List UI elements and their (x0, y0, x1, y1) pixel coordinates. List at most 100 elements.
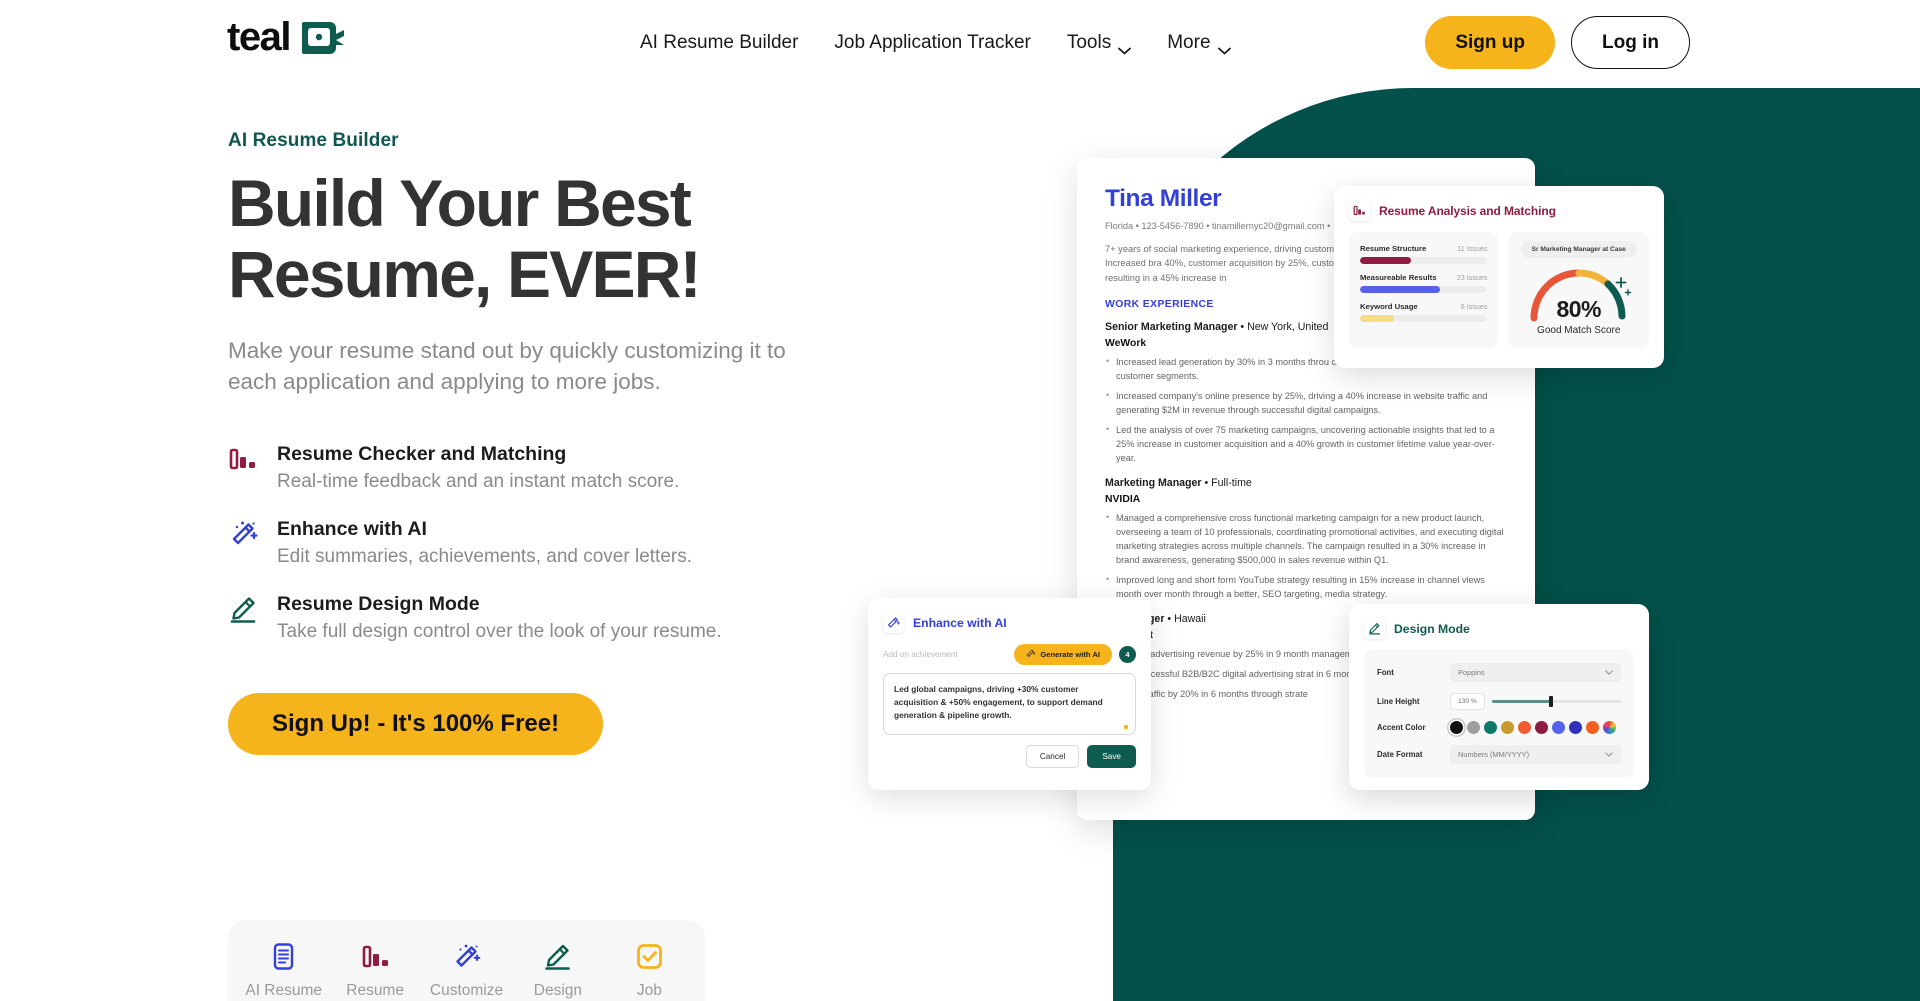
resume-job-meta-sep: • (1240, 321, 1245, 334)
magic-wand-icon (1026, 649, 1036, 660)
metric-label: Measureable Results (1360, 273, 1437, 282)
tab-ai-resume[interactable]: AI Resume (238, 942, 329, 1000)
setting-label: Accent Color (1377, 723, 1426, 732)
resume-job-header: Marketing Manager • Full-time (1105, 477, 1507, 489)
feature-item-enhance-with-ai: Enhance with AI Edit summaries, achievem… (228, 517, 848, 569)
chevron-down-icon (1605, 750, 1613, 759)
magic-wand-icon (228, 519, 258, 549)
color-swatch[interactable] (1569, 721, 1582, 734)
teal-logo[interactable]: teal (227, 17, 346, 57)
line-height-value[interactable]: 130 % (1450, 693, 1485, 710)
resume-bullet: Improved long and short form YouTube str… (1105, 573, 1507, 602)
match-score-gauge: 80% (1526, 266, 1632, 322)
nav-item-tools[interactable]: Tools (1067, 32, 1132, 55)
slider-fill (1491, 700, 1550, 703)
analysis-card-title: Resume Analysis and Matching (1379, 203, 1556, 218)
nav-label: Job Application Tracker (834, 32, 1031, 53)
metric-issue-count: 23 Issues (1456, 273, 1488, 282)
metric-progress-track (1360, 257, 1488, 264)
feature-list: Resume Checker and Matching Real-time fe… (228, 442, 848, 644)
enhance-with-ai-card: Enhance with AI Add on achievement Gener… (868, 598, 1151, 790)
magic-wand-icon (883, 612, 904, 633)
pencil-underline-icon (543, 942, 572, 971)
analysis-metrics-panel: Resume Structure 11 Issues Measureable R… (1349, 232, 1499, 348)
metric-label: Resume Structure (1360, 244, 1427, 253)
tab-customize[interactable]: Customize (421, 942, 512, 1000)
metric-label: Keyword Usage (1360, 302, 1418, 311)
hero-cta-button[interactable]: Sign Up! - It's 100% Free! (228, 692, 604, 755)
chevron-down-icon (1118, 39, 1132, 55)
color-swatch[interactable] (1603, 721, 1616, 734)
design-mode-card: Design Mode Font Poppins Line Height 130… (1349, 604, 1649, 790)
color-swatch[interactable] (1484, 721, 1497, 734)
tab-resume[interactable]: Resume (329, 942, 420, 1000)
font-select-value: Poppins (1458, 668, 1485, 677)
resume-bullets: Increased lead generation by 30% in 3 mo… (1105, 355, 1507, 466)
resume-job-meta: Full-time (1211, 477, 1252, 490)
checkbox-icon (635, 942, 664, 971)
nav-item-job-application-tracker[interactable]: Job Application Tracker (834, 32, 1030, 54)
resume-bullet: Increased company's online presence by 2… (1105, 389, 1507, 418)
feature-description: Take full design control over the look o… (277, 620, 722, 642)
generate-with-ai-button[interactable]: Generate with AI (1014, 644, 1112, 665)
metric-row-resume-structure: Resume Structure 11 Issues (1360, 244, 1488, 264)
color-swatch[interactable] (1518, 721, 1531, 734)
metric-row-keyword-usage: Keyword Usage 6 Issues (1360, 302, 1488, 322)
match-score-caption: Good Match Score (1537, 325, 1621, 336)
main-nav: AI Resume Builder Job Application Tracke… (640, 0, 1231, 86)
nav-item-more[interactable]: More (1167, 32, 1231, 55)
color-swatch[interactable] (1450, 721, 1463, 734)
sign-up-button[interactable]: Sign up (1425, 16, 1556, 69)
log-in-button[interactable]: Log in (1571, 16, 1690, 69)
resume-analysis-card: Resume Analysis and Matching Resume Stru… (1334, 186, 1664, 368)
analysis-card-header: Resume Analysis and Matching (1349, 200, 1649, 221)
tab-job[interactable]: Job (604, 942, 695, 1000)
resume-job-meta-sep: • (1167, 613, 1172, 626)
nav-item-ai-resume-builder[interactable]: AI Resume Builder (640, 32, 798, 54)
design-card-title: Design Mode (1394, 621, 1470, 636)
design-settings-panel: Font Poppins Line Height 130 % Accent Co… (1364, 649, 1634, 778)
landing-page: teal AI Resume Builder Job Application T… (0, 0, 1920, 1001)
color-swatch[interactable] (1535, 721, 1548, 734)
font-select[interactable]: Poppins (1450, 663, 1621, 682)
resume-company: NVIDIA (1105, 494, 1141, 506)
date-format-select[interactable]: Numbers (MM/YYYY) (1450, 745, 1621, 764)
target-job-chip: Sr Marketing Manager at Case (1520, 241, 1637, 258)
feature-description: Real-time feedback and an instant match … (277, 470, 680, 492)
resume-bullets: Managed a comprehensive cross functional… (1105, 511, 1507, 602)
achievement-text-value: Led global campaigns, driving +30% custo… (894, 684, 1103, 721)
nav-label: More (1167, 32, 1211, 53)
color-swatch[interactable] (1467, 721, 1480, 734)
feature-title: Resume Design Mode (277, 593, 480, 616)
magic-wand-icon (452, 942, 481, 971)
cancel-button[interactable]: Cancel (1025, 745, 1080, 769)
ai-card-actions: Cancel Save (883, 745, 1136, 769)
tab-label: Design (533, 982, 583, 999)
design-card-header: Design Mode (1364, 618, 1634, 639)
hero-eyebrow: AI Resume Builder (228, 130, 399, 151)
generate-button-label: Generate with AI (1040, 650, 1100, 659)
color-swatch[interactable] (1586, 721, 1599, 734)
tab-design[interactable]: Design (512, 942, 603, 1000)
achievement-textarea[interactable]: Led global campaigns, driving +30% custo… (883, 673, 1136, 736)
bar-chart-icon (1349, 200, 1370, 221)
save-button[interactable]: Save (1087, 745, 1136, 769)
resize-handle-icon[interactable] (1124, 725, 1128, 730)
feature-title: Enhance with AI (277, 518, 427, 541)
page-title: Build Your Best Resume, EVER! (228, 168, 848, 309)
slider-thumb[interactable] (1548, 696, 1553, 707)
line-height-slider[interactable] (1491, 696, 1621, 707)
feature-title: Resume Checker and Matching (277, 443, 567, 466)
setting-row-font: Font Poppins (1377, 663, 1621, 682)
tab-label: Job (636, 982, 662, 999)
auth-actions: Sign up Log in (1425, 16, 1690, 69)
bar-chart-icon (228, 444, 258, 474)
color-swatch[interactable] (1501, 721, 1514, 734)
ai-input-row: Add on achievement Generate with AI 4 (883, 644, 1136, 665)
resume-job-meta-sep: • (1204, 477, 1209, 490)
accent-color-swatches (1450, 721, 1621, 734)
logo-wordmark: teal (227, 15, 291, 59)
feature-tab-bar: AI Resume Resume Customize Design Job (228, 920, 705, 1001)
color-swatch[interactable] (1552, 721, 1565, 734)
metric-progress-fill (1360, 315, 1395, 322)
